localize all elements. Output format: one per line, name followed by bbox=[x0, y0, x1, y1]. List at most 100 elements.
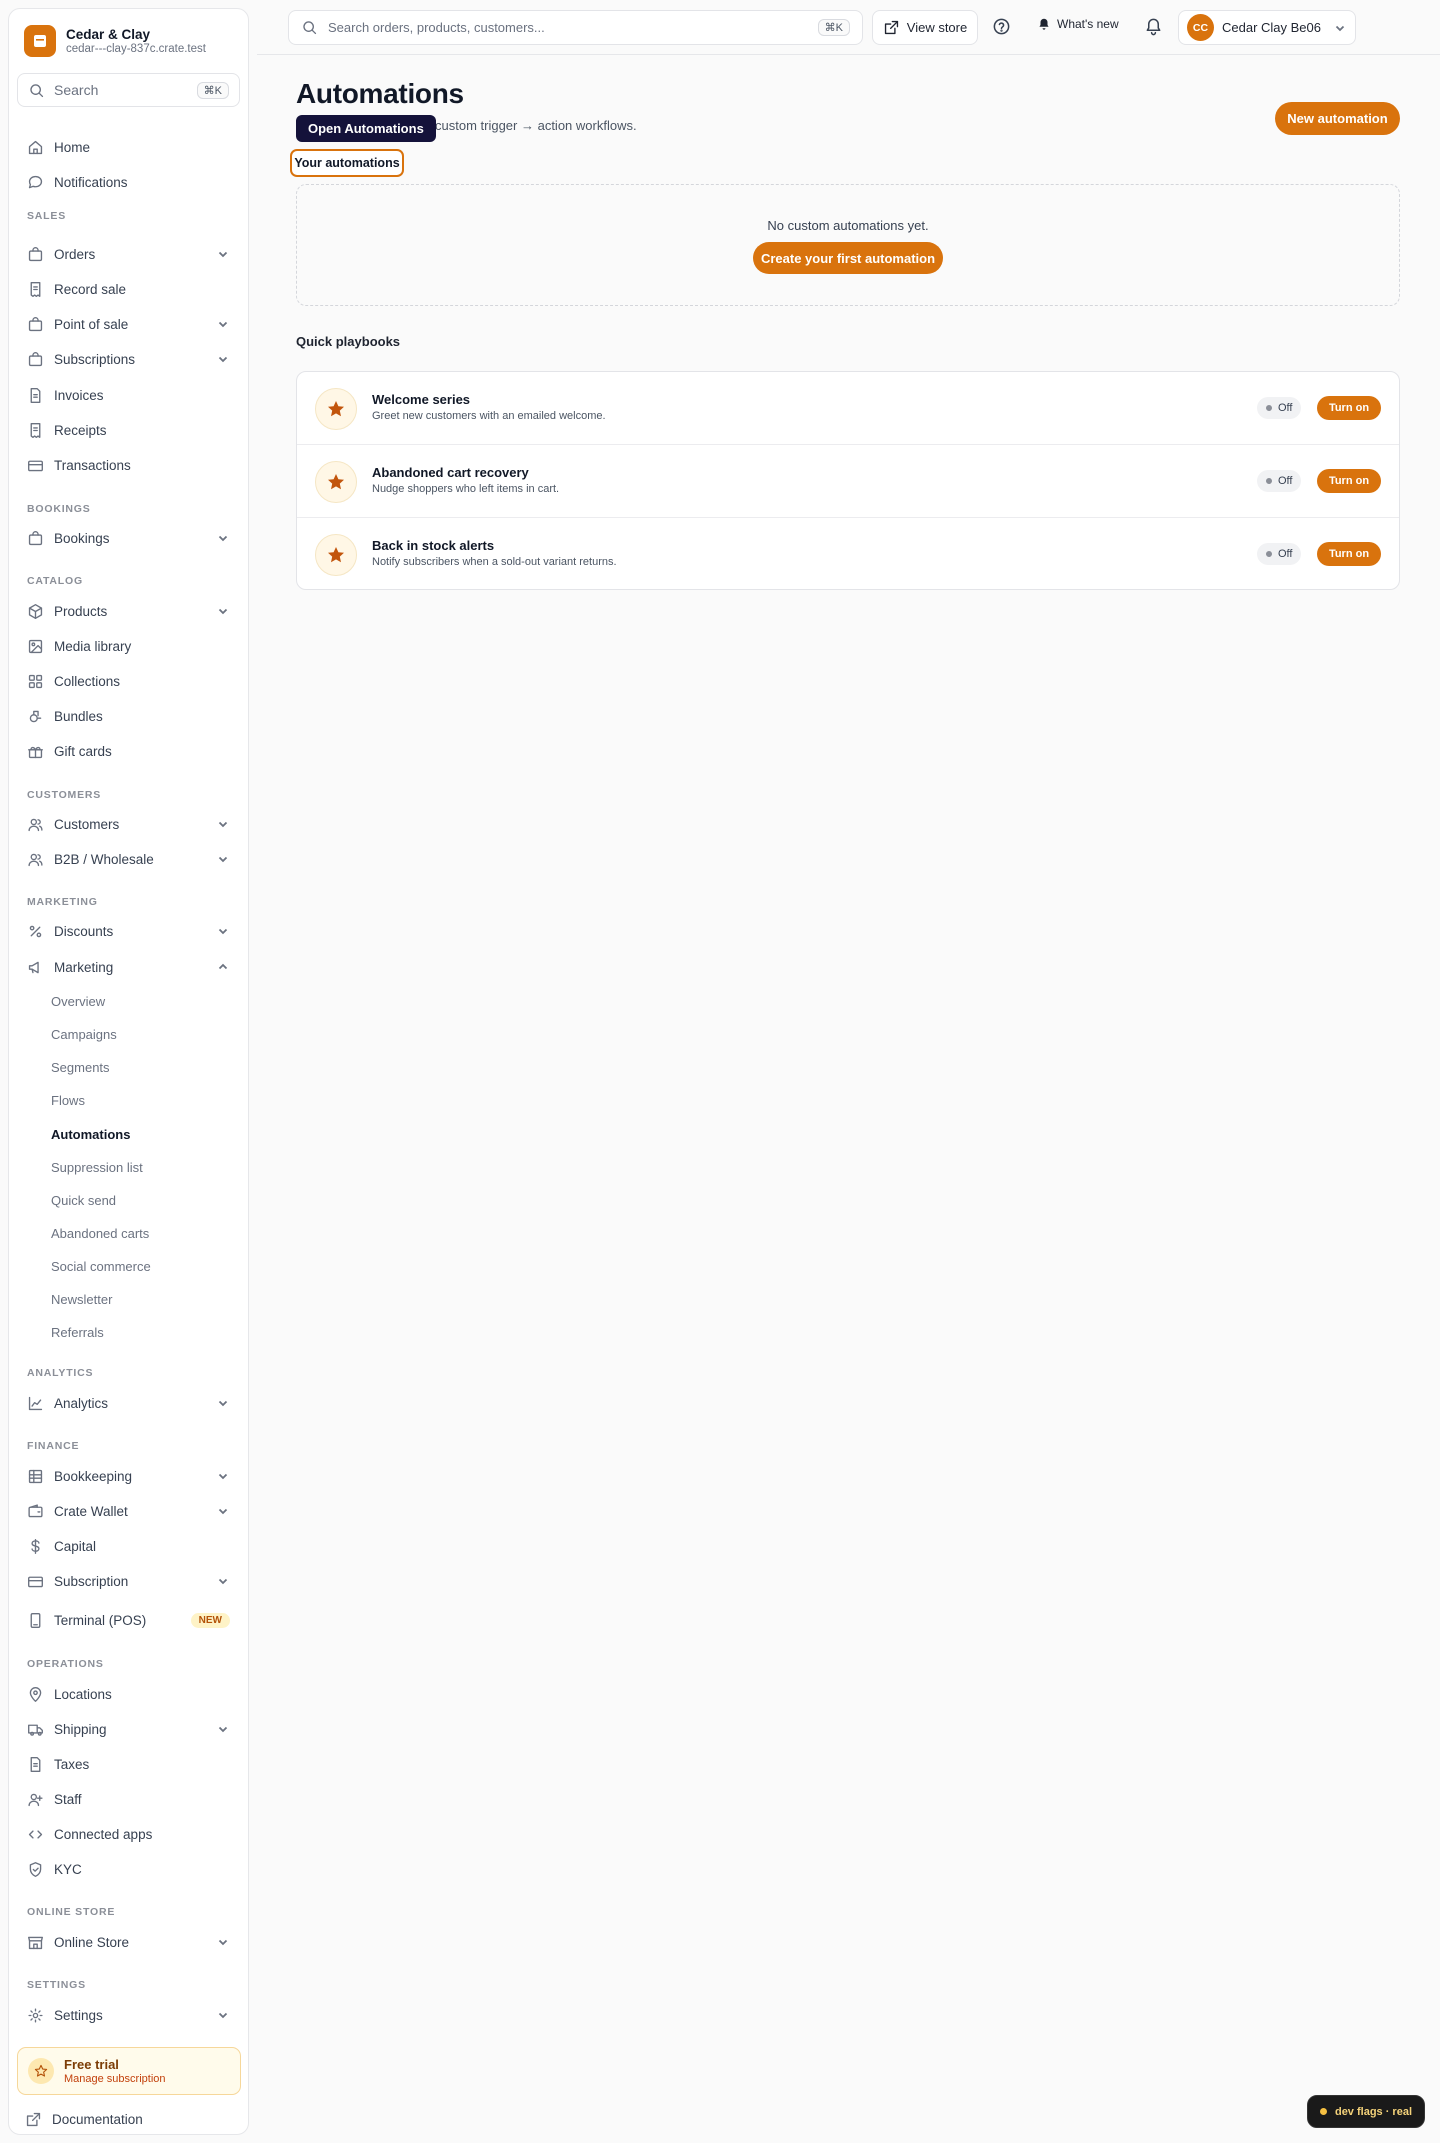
sidebar-sub-social-commerce[interactable]: Social commerce bbox=[51, 1259, 151, 1274]
sidebar-item-bundles[interactable]: Bundles bbox=[17, 701, 240, 731]
sidebar-item-taxes[interactable]: Taxes bbox=[17, 1749, 240, 1779]
sidebar-item-label: KYC bbox=[54, 1861, 82, 1877]
sidebar-item-analytics[interactable]: Analytics bbox=[17, 1388, 240, 1418]
sidebar-item-label: B2B / Wholesale bbox=[54, 851, 154, 867]
notifications-button[interactable] bbox=[1144, 17, 1163, 36]
global-search-input[interactable]: Search orders, products, customers... ⌘K bbox=[288, 10, 863, 45]
sidebar-item-label: Staff bbox=[54, 1791, 82, 1807]
manage-subscription-link[interactable]: Manage subscription bbox=[64, 2073, 166, 2085]
sidebar-item-kyc[interactable]: KYC bbox=[17, 1854, 240, 1884]
sidebar-item-bookings[interactable]: Bookings bbox=[17, 523, 240, 553]
sidebar-sub-campaigns[interactable]: Campaigns bbox=[51, 1027, 117, 1042]
sidebar-item-label: Locations bbox=[54, 1686, 112, 1702]
turn-on-button[interactable]: Turn on bbox=[1317, 469, 1381, 493]
sidebar-item-locations[interactable]: Locations bbox=[17, 1679, 240, 1709]
section-sales: SALES bbox=[27, 210, 67, 222]
document-icon bbox=[30, 387, 41, 403]
tab-your-automations[interactable]: Your automations bbox=[290, 149, 404, 177]
sidebar-item-label: Receipts bbox=[54, 422, 107, 438]
new-automation-button[interactable]: New automation bbox=[1275, 102, 1400, 135]
sidebar-sub-suppression-list[interactable]: Suppression list bbox=[51, 1160, 143, 1175]
sidebar-item-connected-apps[interactable]: Connected apps bbox=[17, 1819, 240, 1849]
view-store-label: View store bbox=[906, 20, 968, 35]
sidebar-item-label: Online Store bbox=[54, 1934, 130, 1950]
dollar-icon bbox=[31, 1538, 40, 1554]
status-dot bbox=[1319, 2108, 1327, 2115]
sidebar-sub-quick-send[interactable]: Quick send bbox=[51, 1193, 116, 1208]
wallet-icon bbox=[28, 1503, 43, 1517]
sidebar-item-media-library[interactable]: Media library bbox=[17, 631, 240, 661]
chevron-down-icon bbox=[216, 604, 230, 618]
sidebar-item-capital[interactable]: Capital bbox=[17, 1531, 240, 1561]
sidebar-sub-overview[interactable]: Overview bbox=[51, 994, 105, 1009]
sidebar-item-settings[interactable]: Settings bbox=[17, 2000, 240, 2030]
sidebar-item-invoices[interactable]: Invoices bbox=[17, 380, 240, 410]
sidebar-item-notifications[interactable]: Notifications bbox=[17, 167, 240, 197]
sidebar-item-orders[interactable]: Orders bbox=[17, 239, 240, 269]
whats-new-label: What's new bbox=[1057, 17, 1119, 31]
sidebar-item-label: Crate Wallet bbox=[54, 1503, 128, 1519]
free-trial-card[interactable]: Free trial Manage subscription bbox=[17, 2047, 241, 2095]
view-store-button[interactable]: View store bbox=[872, 10, 978, 45]
sidebar-item-label: Subscription bbox=[54, 1573, 129, 1589]
sidebar-item-online-store[interactable]: Online Store bbox=[17, 1927, 240, 1957]
sidebar-item-b2b-wholesale[interactable]: B2B / Wholesale bbox=[17, 844, 240, 874]
dev-flags-pill[interactable]: dev flags · real bbox=[1307, 2095, 1425, 2128]
section-catalog: CATALOG bbox=[27, 575, 83, 587]
sidebar-item-subscription[interactable]: Subscription bbox=[17, 1566, 240, 1596]
sidebar-item-products[interactable]: Products bbox=[17, 596, 240, 626]
playbook-description: Greet new customers with an emailed welc… bbox=[372, 410, 606, 422]
sidebar-item-bookkeeping[interactable]: Bookkeeping bbox=[17, 1461, 240, 1491]
documentation-link[interactable]: Documentation bbox=[25, 2111, 143, 2128]
sidebar-item-receipts[interactable]: Receipts bbox=[17, 415, 240, 445]
status-badge: Off bbox=[1257, 543, 1302, 565]
sidebar-item-subscriptions[interactable]: Subscriptions bbox=[17, 344, 240, 374]
sidebar-item-record-sale[interactable]: Record sale bbox=[17, 274, 240, 304]
search-placeholder: Search orders, products, customers... bbox=[328, 20, 545, 35]
chevron-down-icon bbox=[216, 924, 230, 938]
sidebar-item-shipping[interactable]: Shipping bbox=[17, 1714, 240, 1744]
sidebar-sub-newsletter[interactable]: Newsletter bbox=[51, 1292, 112, 1307]
sidebar-item-label: Collections bbox=[54, 673, 121, 689]
account-menu[interactable]: CC Cedar Clay Be06 bbox=[1178, 10, 1356, 45]
sidebar-item-gift-cards[interactable]: Gift cards bbox=[17, 736, 240, 766]
sidebar-item-marketing[interactable]: Marketing bbox=[17, 952, 240, 982]
turn-on-button[interactable]: Turn on bbox=[1317, 542, 1381, 566]
sidebar-sub-abandoned-carts[interactable]: Abandoned carts bbox=[51, 1226, 149, 1241]
map-pin-icon bbox=[29, 1686, 42, 1702]
chevron-down-icon bbox=[216, 1469, 230, 1483]
dev-flags-label: dev flags · real bbox=[1334, 2105, 1413, 2118]
sidebar-sub-automations[interactable]: Automations bbox=[51, 1127, 130, 1142]
turn-on-button[interactable]: Turn on bbox=[1317, 396, 1381, 420]
create-first-automation-button[interactable]: Create your first automation bbox=[753, 242, 943, 274]
chat-bubble-icon bbox=[28, 175, 43, 188]
help-button[interactable] bbox=[992, 17, 1011, 36]
sidebar-sub-segments[interactable]: Segments bbox=[51, 1060, 110, 1075]
sidebar-item-discounts[interactable]: Discounts bbox=[17, 916, 240, 946]
sidebar-search[interactable]: Search ⌘K bbox=[17, 73, 240, 107]
sidebar-sub-referrals[interactable]: Referrals bbox=[51, 1325, 104, 1340]
sidebar-item-crate-wallet[interactable]: Crate Wallet bbox=[17, 1496, 240, 1526]
sidebar-sub-flows[interactable]: Flows bbox=[51, 1093, 85, 1108]
star-icon bbox=[315, 388, 357, 430]
sidebar-item-label: Subscriptions bbox=[54, 351, 136, 367]
status-dot bbox=[1266, 478, 1272, 484]
page-subtitle: custom trigger → action workflows. bbox=[435, 118, 637, 133]
section-operations: OPERATIONS bbox=[27, 1658, 104, 1670]
users-icon bbox=[28, 853, 43, 866]
sidebar-item-label: Customers bbox=[54, 816, 120, 832]
sidebar-item-transactions[interactable]: Transactions bbox=[17, 450, 240, 480]
chevron-down-icon bbox=[216, 1504, 230, 1518]
sidebar-item-home[interactable]: Home bbox=[17, 132, 240, 162]
brand[interactable]: Cedar & Clay cedar---clay-837c.crate.tes… bbox=[24, 25, 206, 57]
whats-new-button[interactable]: What's new bbox=[1037, 17, 1119, 31]
sidebar-item-point-of-sale[interactable]: Point of sale bbox=[17, 309, 240, 339]
sidebar-item-staff[interactable]: Staff bbox=[17, 1784, 240, 1814]
sidebar-item-customers[interactable]: Customers bbox=[17, 809, 240, 839]
user-plus-icon bbox=[28, 1793, 43, 1806]
bell-icon bbox=[1039, 18, 1049, 30]
sidebar-item-label: Orders bbox=[54, 246, 96, 262]
percent-icon bbox=[29, 925, 42, 937]
sidebar-item-terminal-pos[interactable]: Terminal (POS) NEW bbox=[17, 1605, 240, 1635]
sidebar-item-collections[interactable]: Collections bbox=[17, 666, 240, 696]
